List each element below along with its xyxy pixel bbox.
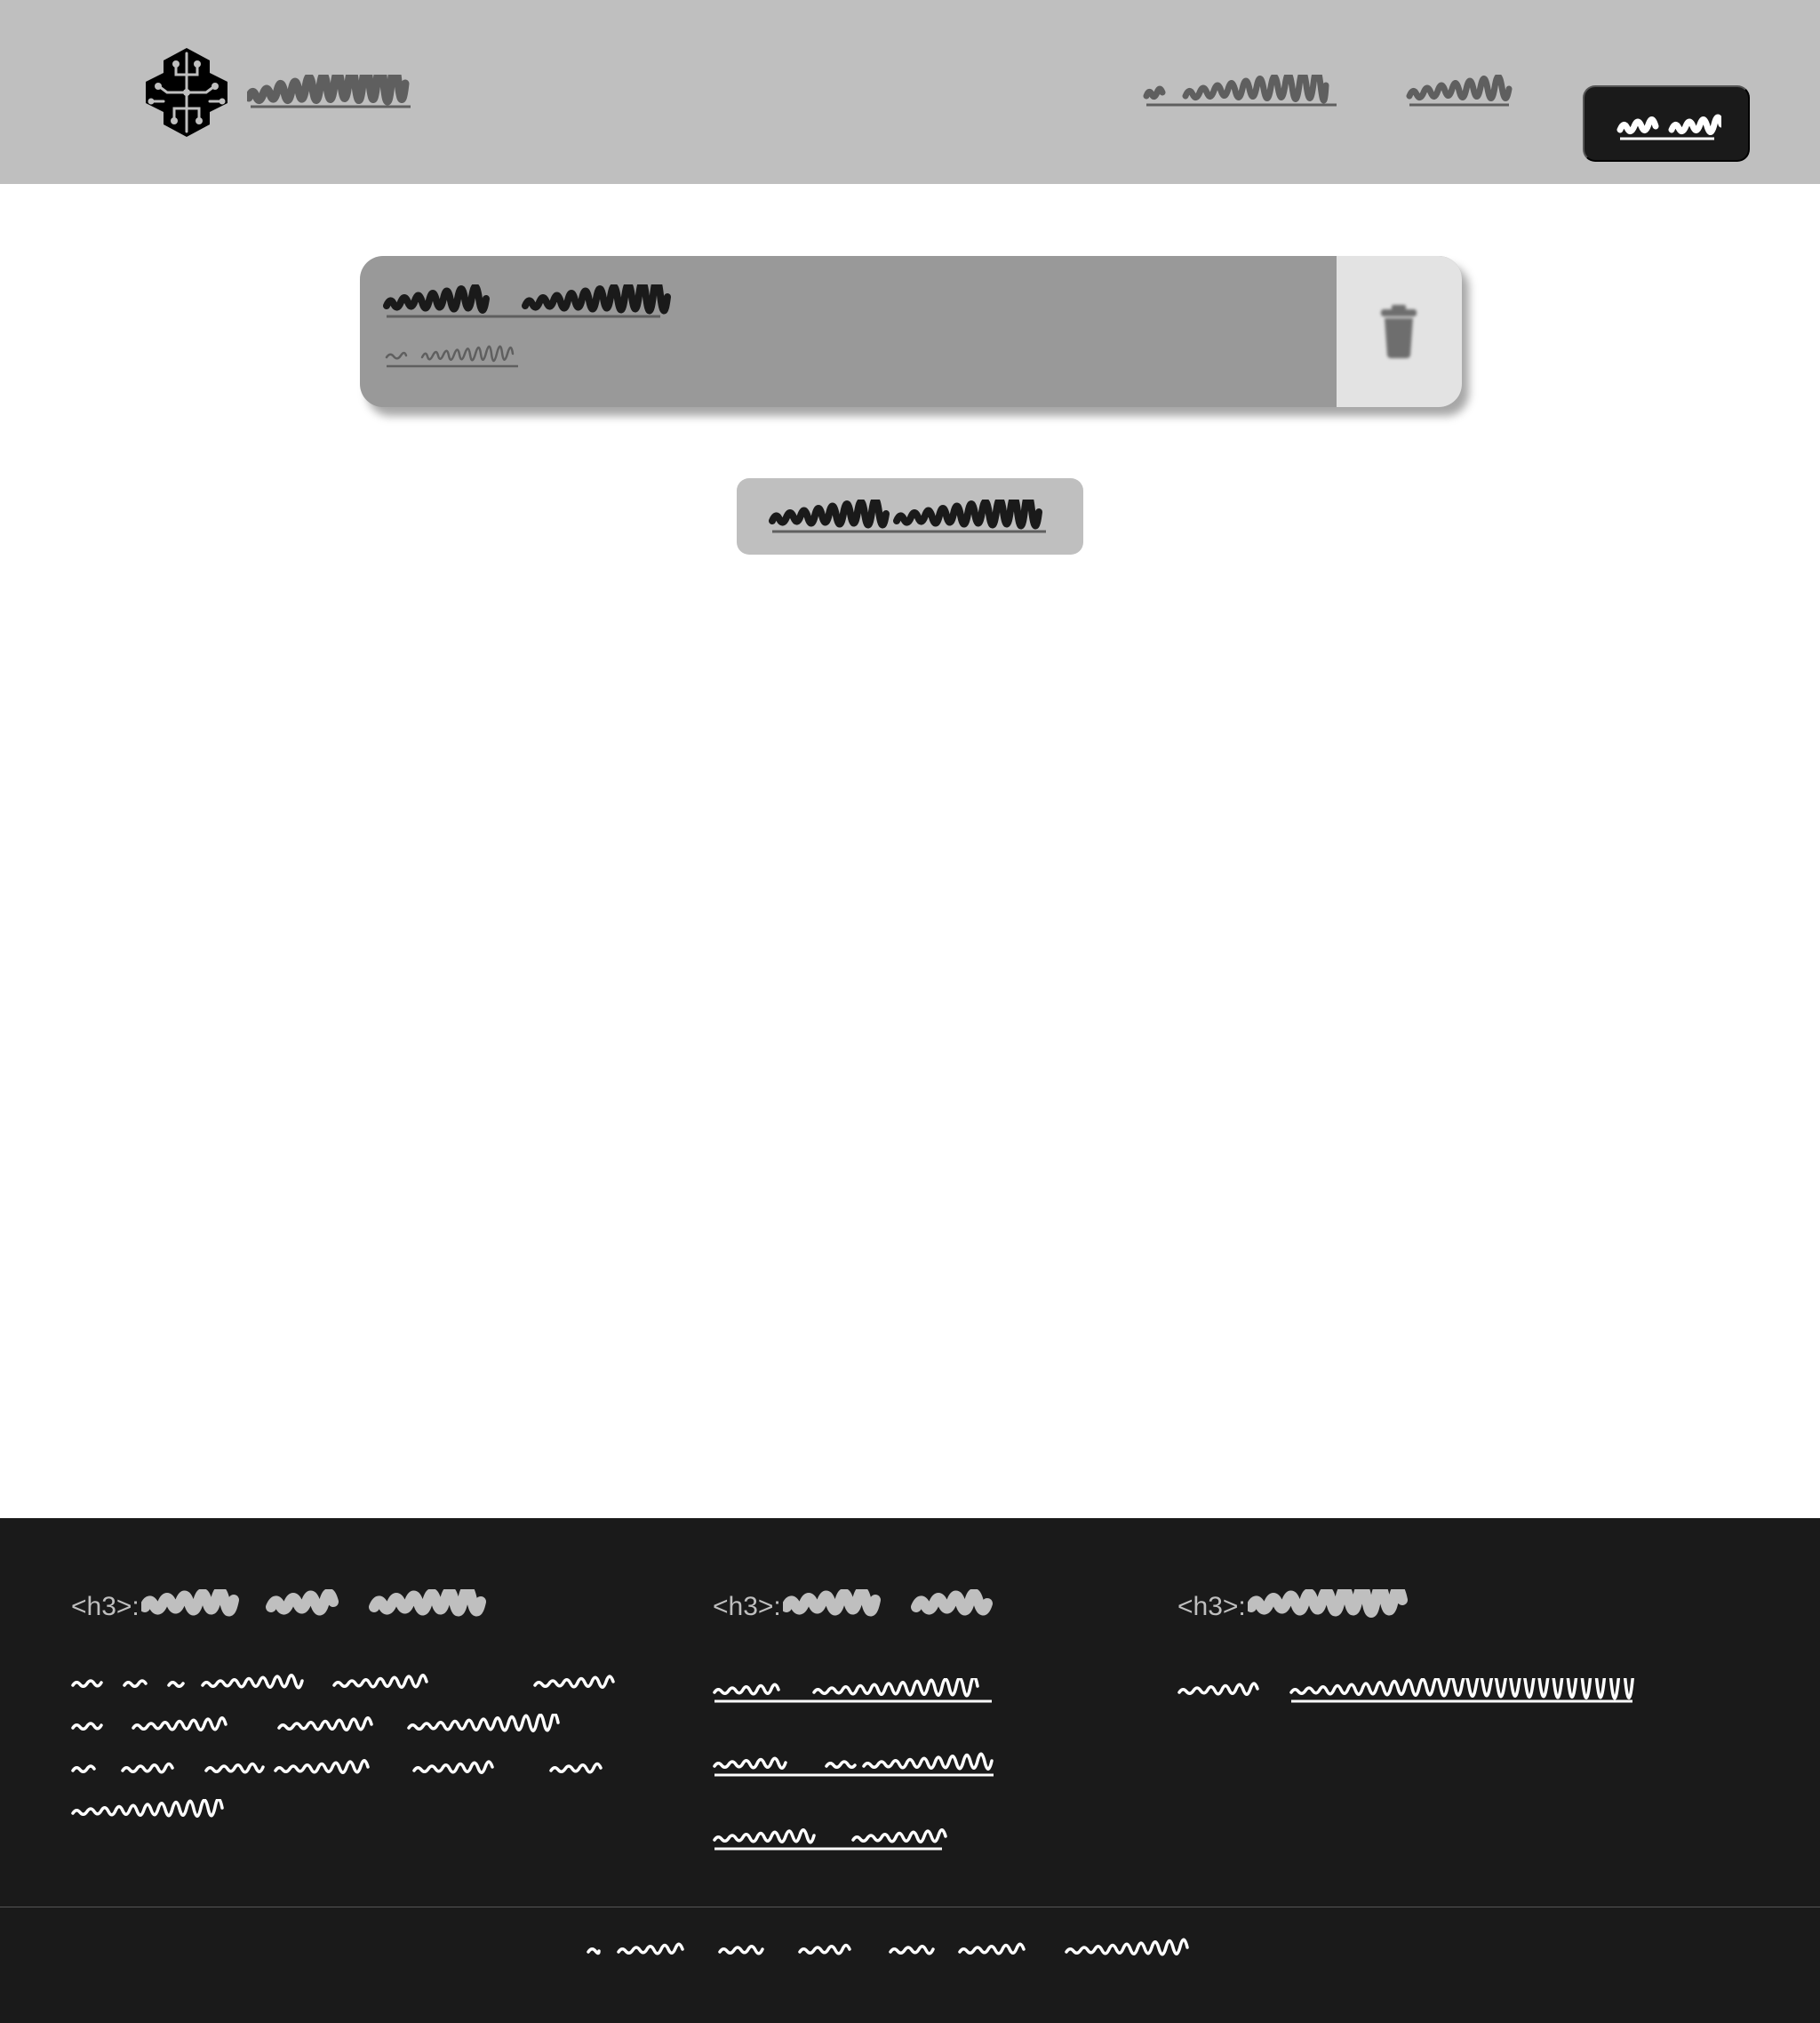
header-cta-button[interactable] <box>1583 85 1750 162</box>
footer-link-3[interactable] <box>713 1826 997 1859</box>
footer-links-column: <h3>: <box>713 1589 1086 1851</box>
nav-link-1[interactable] <box>1143 67 1344 108</box>
footer-link-2[interactable] <box>713 1752 997 1785</box>
trash-icon <box>1381 305 1417 358</box>
load-more-button[interactable] <box>737 478 1083 555</box>
footer-contact-row <box>1177 1660 1641 1711</box>
card-title <box>383 276 676 320</box>
heading-tag: <h3>: <box>713 1592 781 1621</box>
item-card <box>360 256 1462 407</box>
heading-tag: <h3>: <box>71 1592 140 1621</box>
footer-contact-heading: <h3>: <box>1177 1589 1675 1625</box>
footer-about-text <box>71 1671 622 1842</box>
footer-links-heading: <h3>: <box>713 1589 1086 1625</box>
contact-label <box>1177 1678 1270 1711</box>
contact-email-link[interactable] <box>1289 1660 1641 1711</box>
copyright-text <box>587 1936 1226 1971</box>
site-footer: <h3>: <h3>: <h3>: <box>0 1518 1820 2023</box>
footer-about-column: <h3>: <box>71 1589 640 1818</box>
footer-links <box>713 1675 997 1899</box>
page: <h3>: <h3>: <h3>: <box>0 0 1820 2023</box>
site-header <box>0 0 1820 184</box>
footer-link-1[interactable] <box>713 1675 997 1711</box>
delete-button[interactable] <box>1337 256 1462 407</box>
brain-circuit-icon[interactable] <box>140 46 233 139</box>
brand-name[interactable] <box>244 61 418 110</box>
card-subtitle <box>383 338 525 370</box>
footer-about-heading: <h3>: <box>71 1589 640 1625</box>
heading-tag: <h3>: <box>1177 1592 1246 1621</box>
nav-link-2[interactable] <box>1406 73 1516 108</box>
footer-contact-column: <h3>: <box>1177 1589 1675 1703</box>
